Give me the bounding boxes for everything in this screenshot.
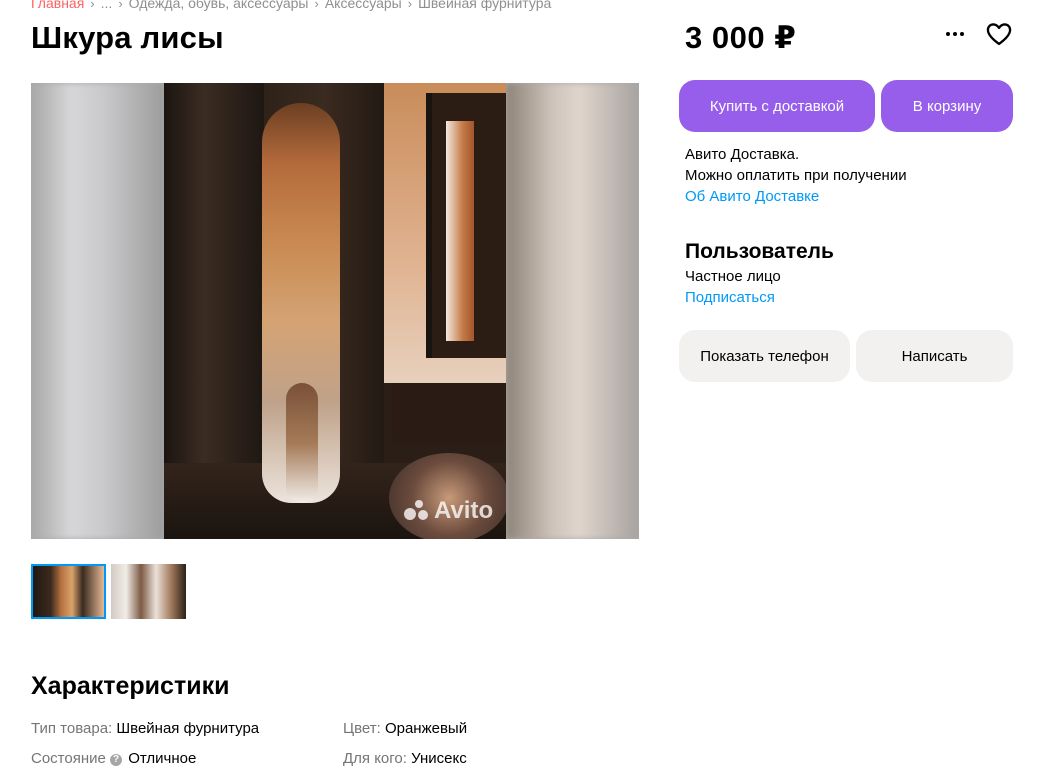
char-item: Цвет: Оранжевый [343, 720, 467, 737]
delivery-line-1: Авито Доставка. [685, 146, 800, 163]
show-phone-button[interactable]: Показать телефон [679, 330, 850, 382]
breadcrumb-ellipsis[interactable]: ... [101, 0, 113, 11]
thumbnail-strip [31, 564, 186, 619]
breadcrumb-sewing[interactable]: Швейная фурнитура [418, 0, 551, 11]
delivery-info: Авито Доставка. Можно оплатить при получ… [685, 144, 907, 207]
delivery-about-link[interactable]: Об Авито Доставке [685, 186, 907, 207]
chevron-right-icon: › [314, 0, 319, 11]
breadcrumb-home[interactable]: Главная [31, 0, 84, 11]
thumbnail-1[interactable] [31, 564, 106, 619]
avito-logo-icon [404, 500, 430, 522]
main-photo[interactable]: Avito [31, 83, 639, 539]
char-key: Состояние [31, 750, 106, 767]
char-value: Отличное [128, 750, 197, 767]
char-key: Тип товара: [31, 720, 113, 737]
photo-blur-left [31, 83, 164, 539]
breadcrumb: Главная › ... › Одежда, обувь, аксессуар… [31, 0, 551, 11]
add-to-cart-button[interactable]: В корзину [881, 80, 1013, 132]
char-value: Унисекс [411, 750, 467, 767]
char-key: Для кого: [343, 750, 407, 767]
buy-with-delivery-button[interactable]: Купить с доставкой [679, 80, 875, 132]
char-key: Цвет: [343, 720, 381, 737]
chevron-right-icon: › [118, 0, 123, 11]
char-item: Тип товара: Швейная фурнитура [31, 720, 259, 737]
subscribe-link[interactable]: Подписаться [685, 289, 775, 306]
more-dots-icon[interactable] [940, 22, 970, 46]
thumbnail-2[interactable] [111, 564, 186, 619]
char-item: Для кого: Унисекс [343, 750, 467, 767]
heart-icon[interactable] [985, 20, 1013, 48]
char-value: Оранжевый [384, 720, 468, 737]
write-message-button[interactable]: Написать [856, 330, 1013, 382]
seller-name[interactable]: Пользователь [685, 240, 834, 264]
chevron-right-icon: › [407, 0, 413, 11]
fox-fur-photo [164, 83, 506, 539]
price: 3 000 ₽ [685, 20, 797, 55]
char-value: Швейная фурнитура [116, 720, 260, 737]
char-item: Состояние ? Отличное [31, 750, 196, 767]
breadcrumb-accessories[interactable]: Аксессуары [325, 0, 402, 11]
chevron-right-icon: › [90, 0, 95, 11]
photo-blur-right [506, 83, 639, 539]
breadcrumb-clothing[interactable]: Одежда, обувь, аксессуары [129, 0, 309, 11]
listing-page: Главная › ... › Одежда, обувь, аксессуар… [0, 0, 1047, 779]
characteristics-title: Характеристики [31, 672, 230, 700]
watermark-text: Avito [434, 497, 494, 524]
avito-watermark: Avito [404, 497, 493, 525]
page-title: Шкура лисы [31, 20, 224, 55]
question-icon[interactable]: ? [110, 754, 123, 766]
seller-type: Частное лицо [685, 268, 781, 285]
delivery-line-2: Можно оплатить при получении [685, 167, 907, 184]
